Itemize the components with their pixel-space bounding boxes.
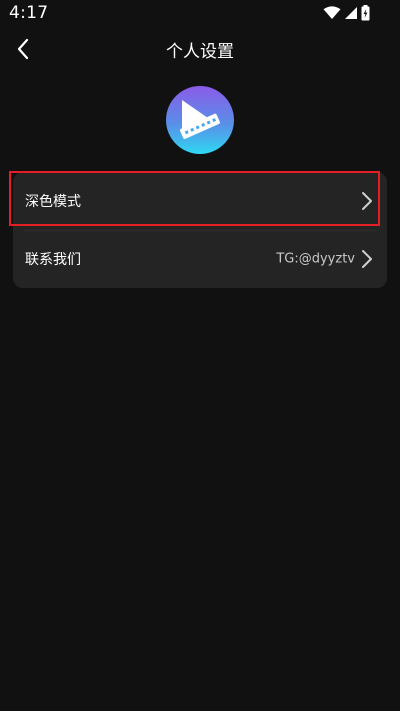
page-title: 个人设置 (166, 42, 234, 62)
dark-mode-row[interactable]: 深色模式 (13, 172, 387, 230)
wifi-icon (323, 6, 341, 19)
status-icons (323, 4, 370, 22)
header: 个人设置 (0, 28, 400, 70)
status-bar: 4:17 (0, 0, 400, 28)
settings-card: 深色模式 联系我们 TG:@dyyztv (13, 172, 387, 288)
chevron-right-icon (362, 250, 372, 268)
dark-mode-label: 深色模式 (25, 194, 81, 210)
settings-screen: 4:17 个人设置 深色模式 联系我们 TG:@dyyztv (0, 0, 400, 711)
contact-us-value: TG:@dyyztv (276, 251, 355, 267)
app-logo (166, 86, 234, 154)
chevron-right-icon (362, 192, 372, 210)
battery-icon (361, 5, 370, 21)
contact-us-label: 联系我们 (25, 252, 81, 268)
contact-us-row[interactable]: 联系我们 TG:@dyyztv (13, 230, 387, 288)
signal-icon (345, 7, 357, 19)
status-time: 4:17 (9, 3, 49, 23)
app-logo-icon (166, 86, 234, 154)
